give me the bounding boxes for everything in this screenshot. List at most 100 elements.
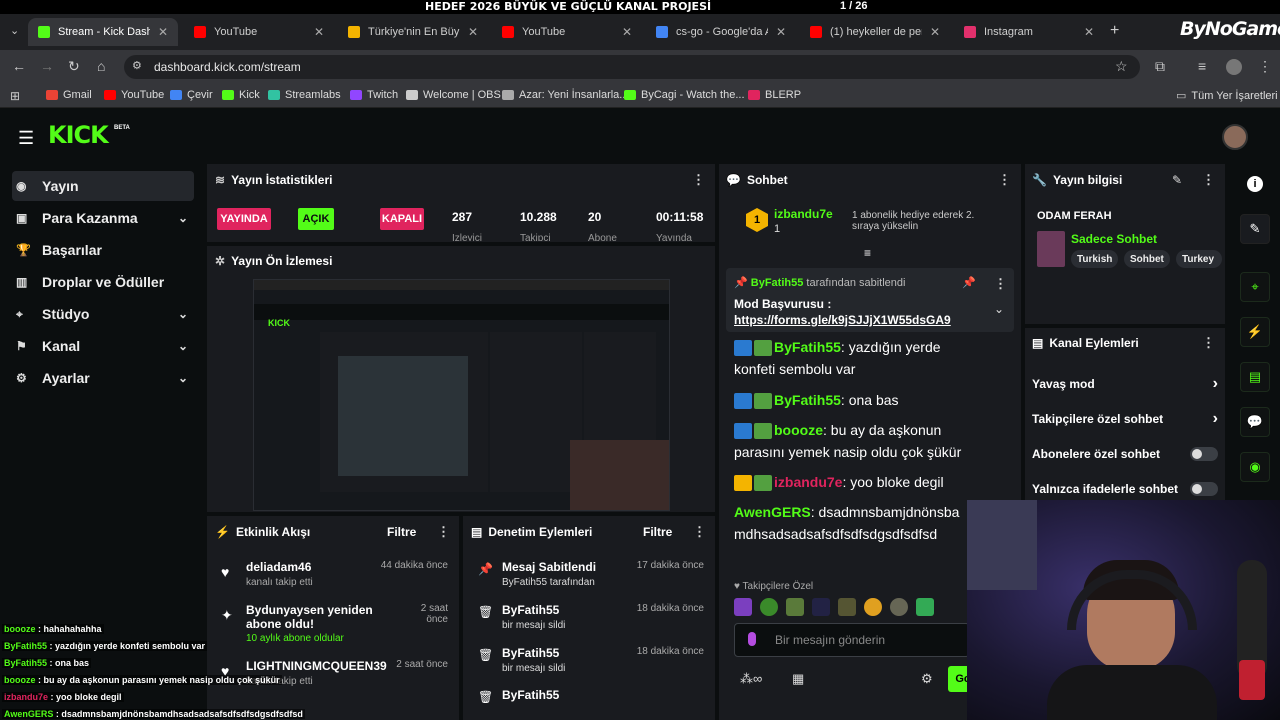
moderation-filter-button[interactable]: Filtre xyxy=(643,525,672,539)
bookmark-item[interactable]: YouTube xyxy=(104,89,164,101)
pinned-menu-icon[interactable]: ⋮ xyxy=(994,276,1007,292)
new-tab-button[interactable]: + xyxy=(1110,22,1119,40)
tab-close-icon[interactable]: ✕ xyxy=(1084,25,1094,39)
sidebar-item-3[interactable]: 🏆 Başarılar xyxy=(12,235,194,265)
back-icon[interactable]: ← xyxy=(12,58,26,74)
sidebar-item-2[interactable]: ▣ Para Kazanma ⌄ xyxy=(12,203,194,233)
channel-action-row[interactable]: Yalnızca ifadelerle sohbet xyxy=(1032,481,1218,497)
stream-preview[interactable]: KICK xyxy=(253,279,670,511)
emote-bar[interactable] xyxy=(734,598,966,620)
chevron-down-icon[interactable]: ⌄ xyxy=(178,371,188,385)
kick-logo[interactable]: KICK xyxy=(48,121,109,149)
sidebar-item-1[interactable]: ◉ Yayın xyxy=(12,171,194,201)
sidebar-item-7[interactable]: ⚙ Ayarlar ⌄ xyxy=(12,363,194,393)
star-icon[interactable]: ☆ xyxy=(1115,58,1128,75)
pinned-expand-icon[interactable]: ⌄ xyxy=(994,302,1004,316)
bookmark-item[interactable]: Welcome | OBS xyxy=(406,89,501,101)
mic-icon[interactable] xyxy=(748,632,756,646)
tag-chip[interactable]: Sohbet xyxy=(1124,250,1170,268)
emote-picker-icon[interactable]: ⁂∞ xyxy=(740,671,762,687)
tab-1[interactable]: Stream - Kick Dashboard ✕ xyxy=(28,18,178,46)
bookmark-item[interactable]: Azar: Yeni İnsanlarla... xyxy=(502,89,628,101)
hamburger-icon[interactable]: ☰ xyxy=(18,128,34,149)
bookmark-item[interactable]: BLERP xyxy=(748,89,801,101)
store-icon[interactable]: ▦ xyxy=(792,671,804,687)
home-icon[interactable]: ⌂ xyxy=(97,58,105,74)
tab-4[interactable]: YouTube ✕ xyxy=(492,18,642,46)
activity-menu-icon[interactable]: ⋮ xyxy=(437,524,450,540)
bookmark-favicon-icon xyxy=(46,90,58,100)
chat-username[interactable]: ByFatih55 xyxy=(774,392,841,408)
bookmark-item[interactable]: Gmail xyxy=(46,89,92,101)
user-badge-icon xyxy=(734,340,752,357)
channel-action-row[interactable]: Yavaş mod › xyxy=(1032,375,1218,392)
channel-action-row[interactable]: Abonelere özel sohbet xyxy=(1032,446,1218,462)
sidebar-item-5[interactable]: ⌖ Stüdyo ⌄ xyxy=(12,299,194,329)
tag-chip[interactable]: Turkey xyxy=(1176,250,1222,268)
tab-close-icon[interactable]: ✕ xyxy=(622,25,632,39)
tab-search-icon[interactable]: ⌄ xyxy=(10,24,19,37)
edit-icon[interactable]: ✎ xyxy=(1172,173,1182,187)
chevron-down-icon[interactable]: ⌄ xyxy=(178,339,188,353)
notes-icon[interactable]: ▤ xyxy=(1240,362,1270,392)
forward-icon[interactable]: → xyxy=(40,58,54,74)
info-circle-icon[interactable]: i xyxy=(1247,176,1263,192)
info-menu-icon[interactable]: ⋮ xyxy=(1202,172,1215,188)
all-bookmarks[interactable]: ▭ Tüm Yer İşaretleri xyxy=(1176,89,1278,103)
media-icon[interactable]: ≡ xyxy=(1198,58,1206,74)
tab-close-icon[interactable]: ✕ xyxy=(930,25,940,39)
bookmark-item[interactable]: ByCagi - Watch the... xyxy=(624,89,745,101)
pinned-link[interactable]: https://forms.gle/k9jSJJjX1W55dsGA9 xyxy=(734,313,951,327)
tab-2[interactable]: YouTube ✕ xyxy=(184,18,334,46)
focus-icon[interactable]: ⌖ xyxy=(1240,272,1270,302)
chat-input[interactable]: Bir mesajın gönderin xyxy=(734,623,970,657)
chat-settings-icon[interactable]: ⚙ xyxy=(921,671,933,687)
stats-menu-icon[interactable]: ⋮ xyxy=(692,172,705,188)
extensions-icon[interactable]: ⧉ xyxy=(1155,58,1165,75)
scroll-down-icon[interactable]: ≡ xyxy=(864,246,871,260)
reload-icon[interactable]: ↻ xyxy=(68,58,80,75)
chat-username[interactable]: izbandu7e xyxy=(774,474,842,490)
tag-chip[interactable]: Turkish xyxy=(1071,250,1119,268)
chevron-down-icon[interactable]: ⌄ xyxy=(178,211,188,225)
unpin-icon[interactable]: 📌 xyxy=(962,276,976,289)
bookmark-item[interactable]: Streamlabs xyxy=(268,89,341,101)
toggle-switch[interactable] xyxy=(1190,482,1218,496)
sidebar-item-4[interactable]: ▥ Droplar ve Ödüller xyxy=(12,267,194,297)
tab-3[interactable]: Türkiye'nin En Büyük ✕ xyxy=(338,18,488,46)
broadcast-signal-icon[interactable]: ◉ xyxy=(1240,452,1270,482)
tab-7[interactable]: Instagram ✕ xyxy=(954,18,1104,46)
tab-close-icon[interactable]: ✕ xyxy=(776,25,786,39)
sidebar-item-6[interactable]: ⚑ Kanal ⌄ xyxy=(12,331,194,361)
tab-close-icon[interactable]: ✕ xyxy=(468,25,478,39)
bookmark-item[interactable]: Kick xyxy=(222,89,260,101)
moderation-menu-icon[interactable]: ⋮ xyxy=(693,524,706,540)
activity-filter-button[interactable]: Filtre xyxy=(387,525,416,539)
profile-icon[interactable] xyxy=(1226,59,1242,75)
tab-close-icon[interactable]: ✕ xyxy=(314,25,324,39)
address-bar[interactable]: dashboard.kick.com/stream xyxy=(124,55,1140,79)
apps-icon[interactable]: ⊞ xyxy=(10,89,20,103)
site-info-icon[interactable]: ⚙ xyxy=(132,59,142,72)
tab-5[interactable]: cs-go - Google'da Ara ✕ xyxy=(646,18,796,46)
bookmark-item[interactable]: Çevir xyxy=(170,89,213,101)
chat-menu-icon[interactable]: ⋮ xyxy=(998,172,1011,188)
chat-username[interactable]: ByFatih55 xyxy=(774,339,841,355)
chevron-down-icon[interactable]: ⌄ xyxy=(178,307,188,321)
toggle-switch[interactable] xyxy=(1190,447,1218,461)
stream-title: ODAM FERAH xyxy=(1037,210,1112,222)
channel-actions-menu-icon[interactable]: ⋮ xyxy=(1202,335,1215,351)
pencil-icon[interactable]: ✎ xyxy=(1240,214,1270,244)
lightning-icon[interactable]: ⚡ xyxy=(1240,317,1270,347)
chat-username[interactable]: boooze xyxy=(774,422,823,438)
chat-bubble-icon[interactable]: 💬 xyxy=(1240,407,1270,437)
channel-action-row[interactable]: Takipçilere özel sohbet › xyxy=(1032,410,1218,427)
gifter-name[interactable]: izbandu7e xyxy=(774,207,833,221)
bookmark-item[interactable]: Twitch xyxy=(350,89,398,101)
tab-6[interactable]: (1) heykeller de penis ✕ xyxy=(800,18,950,46)
chat-username[interactable]: AwenGERS xyxy=(734,504,811,520)
tab-close-icon[interactable]: ✕ xyxy=(158,25,168,39)
category-name[interactable]: Sadece Sohbet xyxy=(1071,232,1157,246)
menu-icon[interactable]: ⋮ xyxy=(1258,58,1272,75)
avatar[interactable] xyxy=(1222,124,1248,150)
